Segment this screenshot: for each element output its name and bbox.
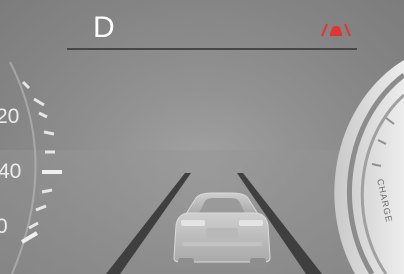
speed-label-0: 0: [0, 215, 8, 238]
speed-tick: [33, 97, 45, 107]
speed-tick: [41, 188, 53, 194]
speed-label-20: 20: [0, 105, 20, 128]
road-scene: [0, 60, 404, 274]
speed-label-40: 40: [0, 160, 22, 183]
instrument-cluster: D 20 40 0 CHARGE: [0, 0, 404, 274]
top-divider: [67, 48, 357, 50]
speed-tick: [43, 130, 55, 136]
power-meter-dial: [334, 60, 404, 274]
lane-assist-icon: [321, 23, 351, 37]
gear-indicator: D: [93, 11, 115, 44]
speed-tick: [21, 80, 31, 90]
speed-tick: [38, 111, 48, 119]
